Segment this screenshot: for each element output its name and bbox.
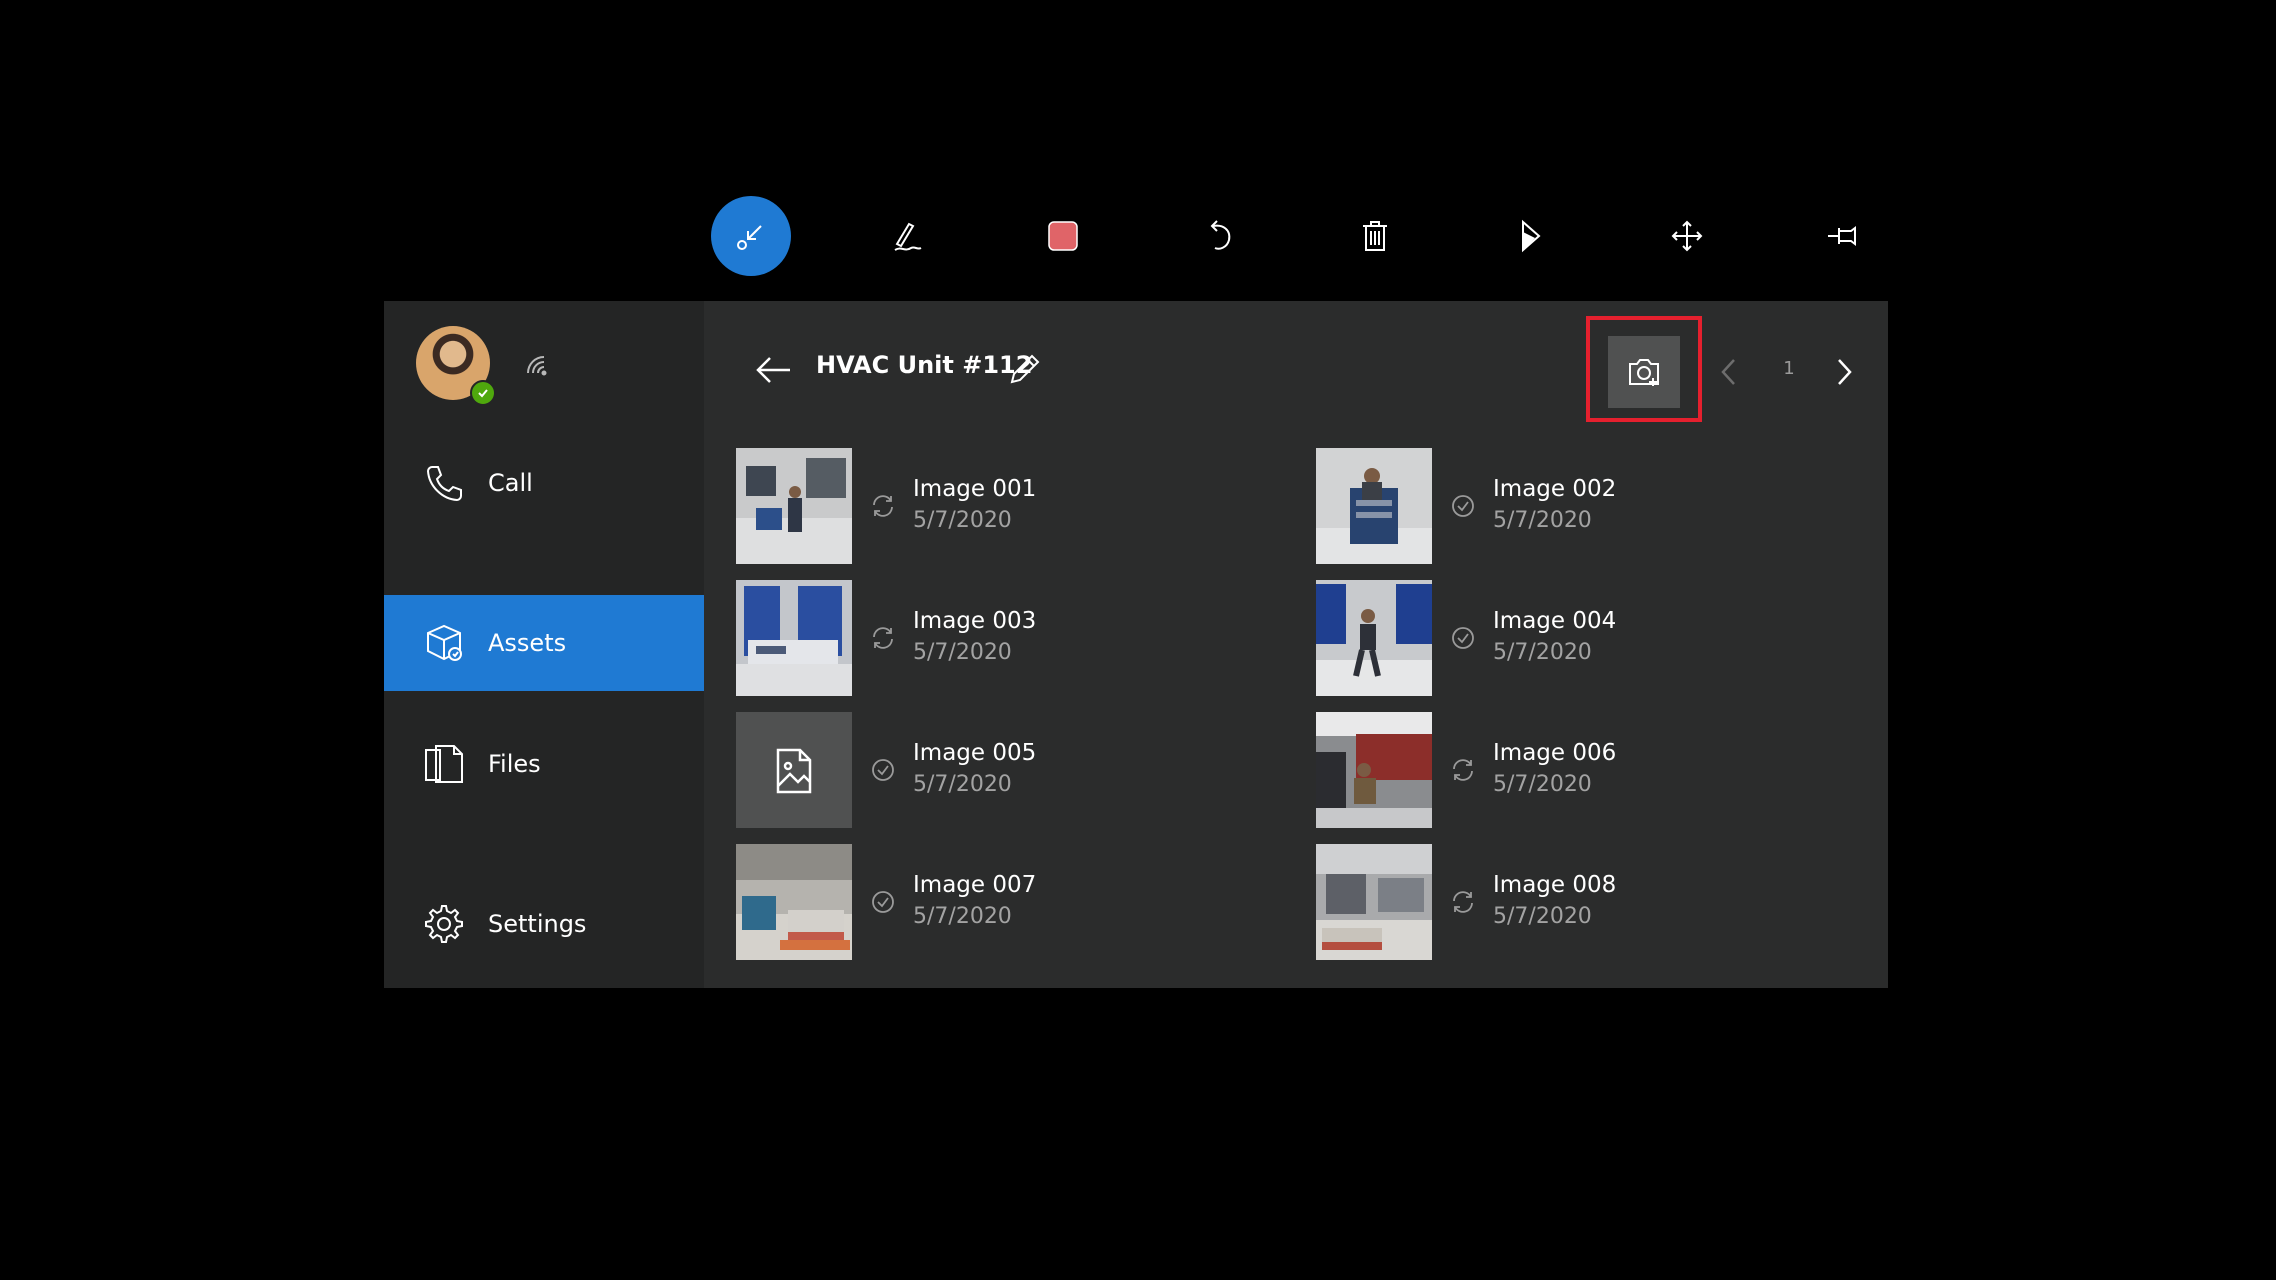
sidebar-item-assets[interactable]: Assets xyxy=(384,595,704,691)
sidebar-item-files[interactable]: Files xyxy=(384,716,704,812)
main-panel: Call Assets Files Settings HVAC Unit #11… xyxy=(384,301,1888,988)
asset-date: 5/7/2020 xyxy=(913,640,1012,665)
asset-date: 5/7/2020 xyxy=(913,772,1012,797)
phone-icon xyxy=(426,466,462,502)
page-title: HVAC Unit #112 xyxy=(816,351,1033,379)
asset-name: Image 008 xyxy=(1493,872,1617,898)
asset-date: 5/7/2020 xyxy=(1493,772,1592,797)
asset-thumbnail xyxy=(736,448,852,564)
asset-name: Image 002 xyxy=(1493,476,1617,502)
color-button[interactable] xyxy=(1023,196,1103,276)
page-number: 1 xyxy=(1783,358,1795,379)
asset-date: 5/7/2020 xyxy=(913,508,1012,533)
asset-date: 5/7/2020 xyxy=(1493,640,1592,665)
asset-thumbnail xyxy=(736,712,852,828)
asset-name: Image 006 xyxy=(1493,740,1617,766)
pin-button[interactable] xyxy=(1803,196,1883,276)
undo-button[interactable] xyxy=(1179,196,1259,276)
chevron-left-icon[interactable] xyxy=(1714,354,1744,390)
chevron-right-icon[interactable] xyxy=(1829,354,1859,390)
connection-signal-icon xyxy=(527,356,547,376)
sidebar-item-label: Assets xyxy=(488,629,567,657)
asset-item[interactable]: Image 006 5/7/2020 xyxy=(1316,712,1876,828)
camera-add-icon xyxy=(1629,359,1659,386)
image-placeholder-icon xyxy=(776,748,812,794)
ink-toolbar xyxy=(711,196,1886,276)
pen-button[interactable] xyxy=(867,196,947,276)
sync-icon xyxy=(1453,759,1473,781)
sync-icon xyxy=(873,627,893,649)
asset-thumbnail xyxy=(1316,580,1432,696)
pin-icon xyxy=(1828,226,1856,246)
asset-date: 5/7/2020 xyxy=(1493,904,1592,929)
assets-box-icon xyxy=(427,624,462,661)
asset-item[interactable]: Image 008 5/7/2020 xyxy=(1316,844,1876,960)
asset-date: 5/7/2020 xyxy=(913,904,1012,929)
presence-available-icon xyxy=(470,380,496,406)
sidebar-item-label: Call xyxy=(488,469,533,497)
asset-date: 5/7/2020 xyxy=(1493,508,1592,533)
color-swatch-icon xyxy=(1048,221,1078,251)
edit-pencil-icon[interactable] xyxy=(1006,352,1042,388)
asset-thumbnail xyxy=(1316,712,1432,828)
asset-thumbnail xyxy=(736,580,852,696)
asset-name: Image 005 xyxy=(913,740,1037,766)
sidebar-item-label: Settings xyxy=(488,910,587,938)
asset-thumbnail xyxy=(736,844,852,960)
dynamics-logo-icon xyxy=(1522,219,1541,253)
synced-check-icon xyxy=(872,891,894,913)
minimize-icon xyxy=(737,225,762,250)
asset-thumbnail xyxy=(1316,448,1432,564)
files-icon xyxy=(425,745,463,783)
asset-name: Image 003 xyxy=(913,608,1037,634)
pen-icon xyxy=(894,222,922,251)
asset-thumbnail xyxy=(1316,844,1432,960)
sidebar-item-label: Files xyxy=(488,750,541,778)
move-icon xyxy=(1671,220,1703,252)
asset-item[interactable]: Image 003 5/7/2020 xyxy=(736,580,1296,696)
asset-item[interactable]: Image 007 5/7/2020 xyxy=(736,844,1296,960)
synced-check-icon xyxy=(1452,627,1474,649)
asset-name: Image 001 xyxy=(913,476,1037,502)
minimize-button[interactable] xyxy=(711,196,791,276)
asset-name: Image 007 xyxy=(913,872,1037,898)
sync-icon xyxy=(1453,891,1473,913)
sidebar: Call Assets Files Settings xyxy=(384,301,704,988)
move-button[interactable] xyxy=(1647,196,1727,276)
capture-photo-button[interactable] xyxy=(1608,336,1680,408)
sidebar-item-settings[interactable]: Settings xyxy=(384,876,704,972)
assets-content: HVAC Unit #112 1 Image 001 5/7/2020 Imag… xyxy=(704,301,1888,988)
sync-icon xyxy=(873,495,893,517)
synced-check-icon xyxy=(872,759,894,781)
back-arrow-icon[interactable] xyxy=(752,349,794,391)
synced-check-icon xyxy=(1452,495,1474,517)
asset-item[interactable]: Image 001 5/7/2020 xyxy=(736,448,1296,564)
dynamics-button[interactable] xyxy=(1491,196,1571,276)
asset-item[interactable]: Image 002 5/7/2020 xyxy=(1316,448,1876,564)
trash-icon xyxy=(1363,221,1387,251)
undo-icon xyxy=(1210,220,1231,250)
asset-item[interactable]: Image 004 5/7/2020 xyxy=(1316,580,1876,696)
sidebar-item-call[interactable]: Call xyxy=(384,435,704,531)
asset-item[interactable]: Image 005 5/7/2020 xyxy=(736,712,1296,828)
delete-button[interactable] xyxy=(1335,196,1415,276)
asset-name: Image 004 xyxy=(1493,608,1617,634)
gear-icon xyxy=(425,905,463,943)
